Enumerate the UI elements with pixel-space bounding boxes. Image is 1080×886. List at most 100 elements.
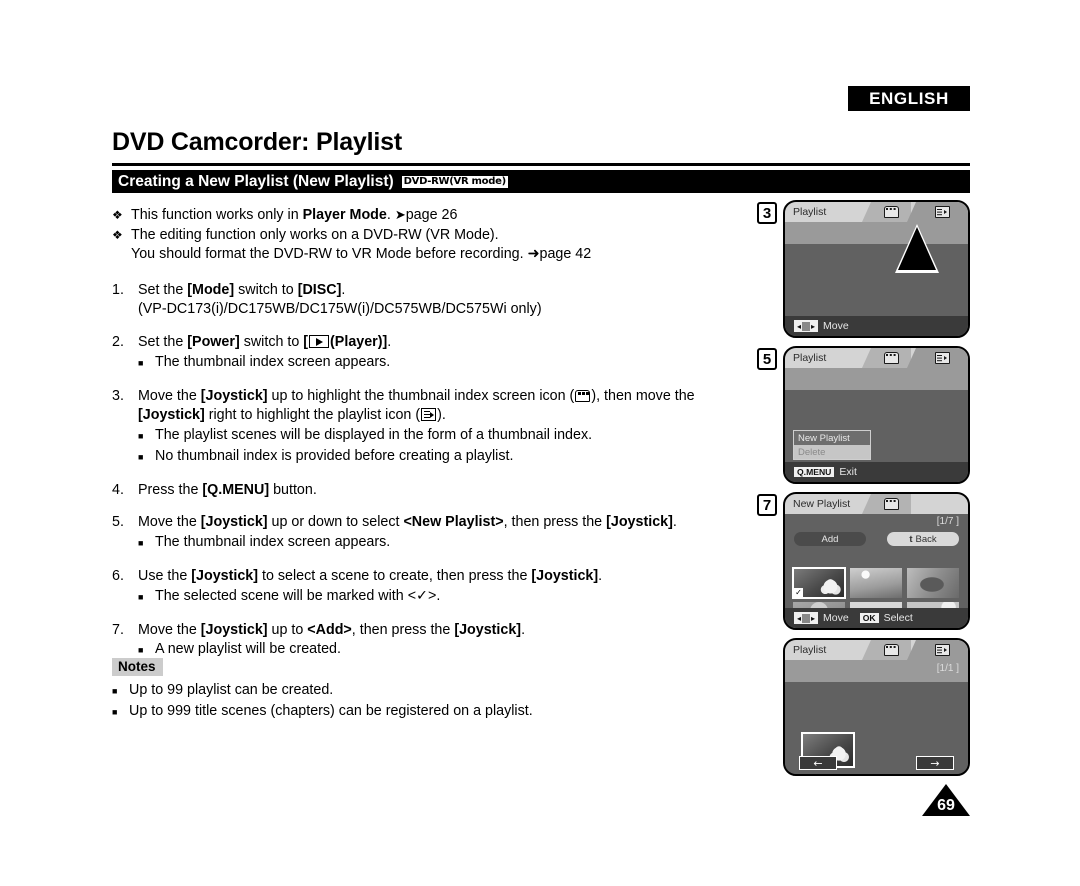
intro-bullet-text: This function works only in Player Mode.… xyxy=(131,207,458,223)
lcd-footer-hints: ◂ ▸ Move xyxy=(785,316,968,336)
page-indicator: [1/7 ] xyxy=(936,516,959,527)
lcd-footer-hints: Q.MENU Exit xyxy=(785,462,968,482)
step-6-sub: ■ The selected scene will be marked with… xyxy=(138,587,752,608)
thumbnail-index-icon xyxy=(883,644,899,656)
thumbnail-index-icon xyxy=(883,498,899,510)
thumbnail-item[interactable] xyxy=(850,568,902,598)
lcd-band xyxy=(785,222,968,244)
diamond-bullet-icon: ❖ xyxy=(112,208,123,222)
checkmark-icon: ✓ xyxy=(416,587,429,604)
step-1-continued: (VP-DC173(i)/DC175WB/DC175W(i)/DC575WB/D… xyxy=(138,301,542,318)
lcd-header: Playlist xyxy=(785,640,968,660)
dpad-icon: ◂ ▸ xyxy=(794,320,818,332)
intro-bullet: ❖ This function works only in Player Mod… xyxy=(112,206,752,226)
playlist-icon xyxy=(934,644,950,656)
tab-playlist[interactable] xyxy=(907,202,968,222)
step-6: 6. Use the [Joystick] to select a scene … xyxy=(112,567,752,587)
step-3-sub: ■ The playlist scenes will be displayed … xyxy=(138,426,752,447)
hint-move-label: Move xyxy=(823,612,849,624)
step-1: 1. Set the [Mode] switch to [DISC]. xyxy=(112,281,752,301)
tab-playlist[interactable] xyxy=(907,640,968,660)
tab-thumbnail-index[interactable] xyxy=(862,202,911,222)
add-button[interactable]: Add xyxy=(794,532,866,546)
sub-text: No thumbnail index is provided before cr… xyxy=(155,447,514,464)
lcd-header: New Playlist xyxy=(785,494,968,514)
step-5-sub: ■ The thumbnail index screen appears. xyxy=(138,533,752,554)
square-bullet-icon: ■ xyxy=(112,686,118,696)
page-title: DVD Camcorder: Playlist xyxy=(112,128,402,156)
lcd-panel-step3: Playlist ◂ ▸ Move xyxy=(783,200,970,338)
lcd-title: Playlist xyxy=(793,206,827,218)
dpad-icon: ◂ ▸ xyxy=(794,612,818,624)
square-bullet-icon: ■ xyxy=(138,591,144,602)
lcd-footer-hints: ◂ ▸ Move OK Select xyxy=(785,608,968,628)
lcd-panel-step5: Playlist New Playlist Delete Q.MENU Exit xyxy=(783,346,970,484)
section-heading: Creating a New Playlist (New Playlist) D… xyxy=(112,170,970,193)
tab-thumbnail-index[interactable] xyxy=(862,494,911,514)
hint-select-label: Select xyxy=(883,612,913,624)
lcd-content: ← → xyxy=(785,682,968,774)
step-3: 3. Move the [Joystick] up to highlight t… xyxy=(112,387,752,426)
step-2: 2. Set the [Power] switch to [(Player)]. xyxy=(112,333,752,353)
thumbnail-item[interactable] xyxy=(907,568,959,598)
lcd-title: Playlist xyxy=(793,644,827,656)
intro-bullet-text: The editing function only works on a DVD… xyxy=(131,226,499,243)
menu-item-delete[interactable]: Delete xyxy=(794,445,870,459)
next-button[interactable]: → xyxy=(916,756,954,770)
playlist-icon xyxy=(421,408,437,422)
hint-exit-label: Exit xyxy=(839,466,857,478)
square-bullet-icon: ■ xyxy=(138,430,144,441)
lcd-header: Playlist xyxy=(785,202,968,222)
thumbnail-item[interactable]: ✓ xyxy=(792,567,846,599)
thumbnail-index-icon xyxy=(883,206,899,218)
step-number: 2. xyxy=(112,333,124,350)
square-bullet-icon: ■ xyxy=(138,451,144,462)
sub-text: The thumbnail index screen appears. xyxy=(155,533,391,550)
tab-thumbnail-index[interactable] xyxy=(862,348,911,368)
step-number: 6. xyxy=(112,567,124,584)
note-text: Up to 99 playlist can be created. xyxy=(129,682,334,698)
sub-text: The selected scene will be marked with <… xyxy=(155,587,441,604)
language-badge: ENGLISH xyxy=(848,86,970,111)
thumbnail-index-icon xyxy=(575,389,591,402)
tab-playlist[interactable] xyxy=(907,348,968,368)
lcd-content: [1/7 ] Add t Back ✓ ◂ ▸ Move OK Select xyxy=(785,514,968,628)
prev-button[interactable]: ← xyxy=(799,756,837,770)
step-number: 5. xyxy=(112,514,124,531)
square-bullet-icon: ■ xyxy=(138,537,144,548)
step-text: Set the [Mode] switch to [DISC]. xyxy=(138,281,346,298)
ok-key-icon: OK xyxy=(859,612,879,624)
sub-text: A new playlist will be created. xyxy=(155,641,341,658)
step-3-sub: ■ No thumbnail index is provided before … xyxy=(138,447,752,468)
lcd-title: New Playlist xyxy=(793,498,851,510)
instructions-body: ❖ This function works only in Player Mod… xyxy=(112,206,752,661)
page-indicator: [1/1 ] xyxy=(936,663,959,674)
note-item: ■ Up to 99 playlist can be created. xyxy=(112,681,752,702)
sub-text: The playlist scenes will be displayed in… xyxy=(155,426,593,443)
notes-list: ■ Up to 99 playlist can be created. ■ Up… xyxy=(112,681,752,723)
step-text: Use the [Joystick] to select a scene to … xyxy=(138,567,603,584)
step-marker-5: 5 xyxy=(757,348,777,370)
step-text: Set the [Power] switch to [(Player)]. xyxy=(138,333,392,350)
play-icon xyxy=(309,334,330,348)
thumbnail-index-icon xyxy=(883,352,899,364)
step-4: 4. Press the [Q.MENU] button. xyxy=(112,481,752,501)
menu-item-new-playlist[interactable]: New Playlist xyxy=(794,431,870,445)
step-text: Press the [Q.MENU] button. xyxy=(138,481,317,498)
step-number: 3. xyxy=(112,387,124,404)
step-2-sub: ■ The thumbnail index screen appears. xyxy=(138,353,752,374)
lcd-panel-step7: New Playlist [1/7 ] Add t Back ✓ ◂ ▸ Move … xyxy=(783,492,970,630)
note-item: ■ Up to 999 title scenes (chapters) can … xyxy=(112,702,752,723)
step-text: Move the [Joystick] up to <Add>, then pr… xyxy=(138,621,526,638)
tab-thumbnail-index[interactable] xyxy=(862,640,911,660)
page-number: 69 xyxy=(937,797,955,814)
lcd-band: [1/1 ] xyxy=(785,660,968,682)
notes-label: Notes xyxy=(112,658,163,676)
lcd-panel-result: Playlist [1/1 ] ← → xyxy=(783,638,970,776)
step-text: Move the [Joystick] up or down to select… xyxy=(138,514,677,531)
lcd-band xyxy=(785,368,968,390)
section-heading-label: Creating a New Playlist (New Playlist) xyxy=(118,172,394,190)
playlist-icon xyxy=(934,206,950,218)
diamond-bullet-icon: ❖ xyxy=(112,227,123,242)
back-button[interactable]: t Back xyxy=(887,532,959,546)
